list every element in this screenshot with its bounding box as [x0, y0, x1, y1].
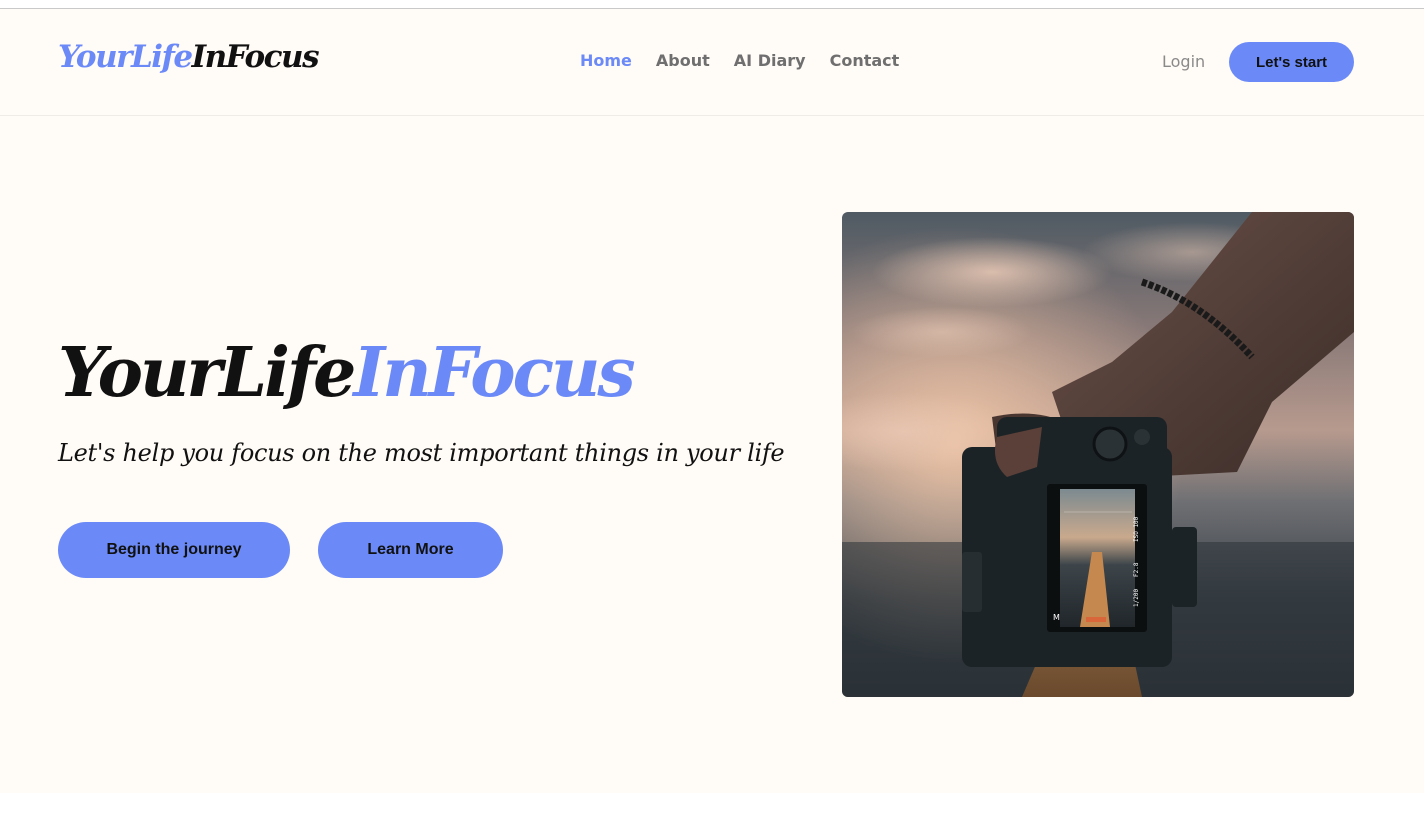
camera-aperture-text: F2.8	[1133, 562, 1140, 577]
main-nav: Home About AI Diary Contact	[580, 51, 899, 70]
nav-home[interactable]: Home	[580, 51, 632, 70]
page: YourLifeInFocus Home About AI Diary Cont…	[0, 9, 1424, 793]
hero-title-part-2: InFocus	[353, 333, 635, 413]
hero-image-camera: M ISO 100 1/200 F2.8	[842, 212, 1354, 697]
site-header: YourLifeInFocus Home About AI Diary Cont…	[0, 9, 1424, 116]
camera-iso-text: ISO 100	[1133, 516, 1140, 542]
nav-about[interactable]: About	[656, 51, 710, 70]
login-link[interactable]: Login	[1162, 52, 1205, 71]
lets-start-button[interactable]: Let's start	[1229, 42, 1354, 82]
camera-shutter-text: 1/200	[1133, 589, 1140, 607]
begin-journey-button[interactable]: Begin the journey	[58, 522, 290, 578]
page-bottom-area	[0, 793, 1424, 813]
hero-subtitle: Let's help you focus on the most importa…	[58, 439, 785, 467]
nav-ai-diary[interactable]: AI Diary	[734, 51, 806, 70]
learn-more-button[interactable]: Learn More	[318, 522, 503, 578]
camera-mode-text: M	[1053, 613, 1060, 622]
nav-contact[interactable]: Contact	[830, 51, 900, 70]
hero-title: YourLifeInFocus	[58, 339, 636, 407]
hero-title-part-1: YourLife	[58, 333, 356, 413]
logo-part-2: InFocus	[191, 39, 320, 75]
logo[interactable]: YourLifeInFocus	[58, 39, 320, 75]
logo-part-1: YourLife	[58, 39, 193, 75]
browser-top-border	[0, 0, 1424, 9]
